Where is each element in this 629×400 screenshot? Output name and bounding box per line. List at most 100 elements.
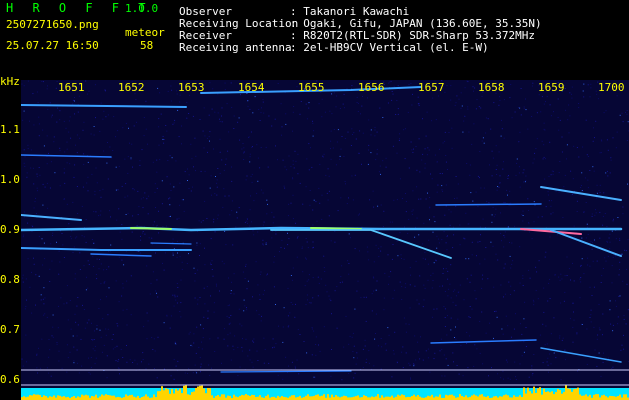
noise-pixel	[360, 297, 362, 299]
noise-pixel	[66, 148, 68, 150]
noise-pixel	[155, 290, 157, 292]
noise-pixel	[359, 250, 360, 252]
noise-pixel	[396, 362, 398, 364]
noise-pixel	[353, 132, 355, 134]
power-peak	[417, 395, 419, 400]
noise-pixel	[479, 352, 481, 354]
noise-pixel	[33, 263, 35, 265]
noise-pixel	[352, 332, 354, 334]
noise-pixel	[201, 341, 202, 343]
noise-pixel	[599, 192, 601, 194]
power-peak	[129, 395, 131, 400]
noise-pixel	[76, 236, 78, 238]
noise-pixel	[239, 139, 241, 141]
power-peak	[299, 395, 301, 400]
noise-pixel	[522, 215, 524, 216]
y-tick-label: 0.9	[0, 223, 20, 236]
noise-pixel	[547, 364, 549, 366]
x-tick-label: 1657	[418, 81, 445, 94]
power-peak	[57, 395, 59, 400]
noise-pixel	[424, 251, 426, 253]
power-peak	[161, 386, 163, 400]
noise-pixel	[337, 210, 339, 212]
noise-pixel	[219, 172, 221, 174]
noise-pixel	[98, 268, 100, 270]
noise-pixel	[292, 130, 293, 132]
noise-pixel	[335, 106, 337, 108]
power-peak	[23, 396, 25, 400]
noise-pixel	[256, 144, 258, 146]
noise-pixel	[233, 293, 235, 295]
noise-pixel	[444, 131, 446, 133]
noise-pixel	[52, 336, 54, 338]
noise-pixel	[344, 181, 346, 182]
noise-pixel	[310, 302, 312, 304]
noise-pixel	[507, 194, 508, 196]
noise-pixel	[602, 313, 604, 315]
noise-pixel	[547, 194, 549, 196]
noise-pixel	[418, 351, 420, 353]
noise-pixel	[82, 129, 84, 131]
noise-pixel	[247, 280, 249, 282]
noise-pixel	[605, 172, 607, 174]
noise-pixel	[306, 241, 308, 243]
noise-pixel	[436, 308, 438, 310]
noise-pixel	[571, 97, 573, 99]
noise-pixel	[292, 304, 294, 305]
noise-pixel	[36, 176, 38, 178]
noise-pixel	[496, 189, 498, 191]
noise-pixel	[594, 349, 596, 351]
noise-pixel	[306, 258, 307, 260]
noise-pixel	[115, 189, 117, 191]
noise-pixel	[74, 273, 76, 275]
noise-pixel	[531, 367, 533, 369]
power-peak	[157, 391, 159, 400]
noise-pixel	[525, 98, 526, 100]
noise-pixel	[296, 359, 298, 361]
noise-pixel	[457, 318, 459, 320]
noise-pixel	[80, 338, 82, 340]
noise-pixel	[399, 133, 401, 135]
noise-pixel	[576, 211, 578, 212]
noise-pixel	[63, 198, 65, 200]
noise-pixel	[151, 337, 153, 338]
noise-pixel	[583, 83, 585, 85]
noise-pixel	[626, 110, 628, 111]
noise-pixel	[318, 187, 320, 189]
noise-pixel	[408, 218, 410, 220]
noise-pixel	[462, 131, 464, 133]
power-peak	[193, 391, 195, 400]
noise-pixel	[598, 190, 600, 192]
noise-pixel	[74, 97, 75, 98]
noise-pixel	[458, 291, 460, 293]
noise-pixel	[148, 237, 150, 239]
noise-pixel	[596, 260, 598, 262]
noise-pixel	[612, 220, 614, 222]
noise-pixel	[94, 330, 95, 332]
power-peak	[201, 385, 203, 400]
noise-pixel	[51, 260, 53, 262]
noise-pixel	[503, 137, 505, 139]
noise-pixel	[36, 213, 37, 214]
noise-pixel	[312, 247, 314, 249]
noise-pixel	[249, 359, 251, 361]
noise-pixel	[492, 157, 494, 159]
noise-pixel	[125, 122, 127, 124]
noise-pixel	[239, 366, 241, 368]
noise-pixel	[484, 258, 486, 260]
noise-pixel	[74, 237, 76, 239]
noise-pixel	[93, 266, 94, 267]
noise-pixel	[152, 243, 153, 245]
noise-pixel	[66, 285, 68, 287]
noise-pixel	[428, 149, 430, 151]
noise-pixel	[69, 351, 71, 353]
noise-pixel	[209, 131, 211, 133]
noise-pixel	[564, 88, 566, 89]
noise-pixel	[506, 359, 508, 361]
noise-pixel	[146, 312, 148, 314]
noise-pixel	[48, 356, 50, 358]
noise-pixel	[161, 180, 163, 182]
noise-pixel	[85, 219, 87, 220]
noise-pixel	[50, 243, 52, 245]
noise-pixel	[88, 90, 90, 92]
